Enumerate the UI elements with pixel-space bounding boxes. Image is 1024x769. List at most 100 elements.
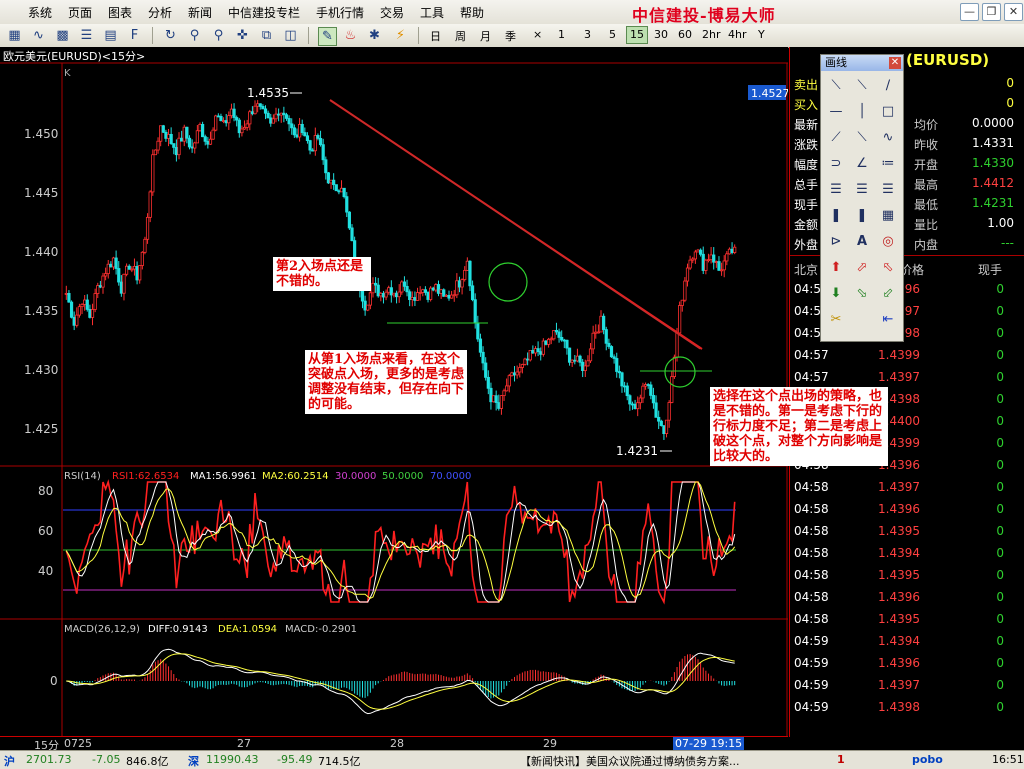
- table-icon[interactable]: ▤: [102, 27, 119, 44]
- down-arrow-icon[interactable]: ⬇: [825, 283, 847, 305]
- period-quarter[interactable]: 季: [505, 28, 516, 44]
- zoom-in-icon[interactable]: ⚲: [186, 27, 203, 44]
- period-month[interactable]: 月: [480, 28, 491, 44]
- line-chart-icon[interactable]: ∿: [30, 27, 47, 44]
- menu-news[interactable]: 新闻: [188, 4, 212, 21]
- candle-body: [633, 403, 637, 410]
- rectangle-icon[interactable]: □: [877, 101, 899, 123]
- arc-icon[interactable]: ⊃: [825, 153, 847, 175]
- menu-chart[interactable]: 图表: [108, 4, 132, 21]
- menu-mobile-quotes[interactable]: 手机行情: [316, 4, 364, 21]
- copy-icon[interactable]: ⧉: [258, 27, 275, 44]
- vertical-line-icon[interactable]: │: [851, 101, 873, 123]
- candle-body: [442, 289, 446, 297]
- target-icon[interactable]: ◎: [877, 231, 899, 253]
- tick-row[interactable]: 04:59 1.4398 0: [790, 697, 1022, 717]
- time-zone-icon[interactable]: ❚: [851, 205, 873, 227]
- segment-line-icon[interactable]: ⟍: [825, 75, 847, 97]
- period-5min[interactable]: 5: [609, 28, 616, 41]
- retracement-icon[interactable]: ☰: [877, 179, 899, 201]
- menu-tools[interactable]: 工具: [420, 4, 444, 21]
- palette-close-icon[interactable]: ✕: [889, 57, 901, 69]
- tick-row[interactable]: 04:58 1.4395 0: [790, 565, 1022, 585]
- chart-window-icon[interactable]: ◫: [282, 27, 299, 44]
- tick-volume: 0: [996, 480, 1004, 494]
- diagonal-line-icon[interactable]: ⟍: [851, 127, 873, 149]
- wave-icon[interactable]: ∿: [877, 127, 899, 149]
- lightning-icon[interactable]: ⚡: [392, 27, 409, 44]
- indicator-icon[interactable]: ✱: [366, 27, 383, 44]
- period-close[interactable]: ×: [533, 28, 542, 41]
- period-15min[interactable]: 15: [626, 26, 648, 44]
- cycle-lines-icon[interactable]: ❚: [825, 205, 847, 227]
- period-year[interactable]: Y: [758, 28, 765, 41]
- quote-label: 最新: [794, 118, 819, 132]
- grid-layout-icon[interactable]: ▦: [6, 27, 23, 44]
- up-right-arrow-icon[interactable]: ⬀: [851, 257, 873, 279]
- candle-body: [324, 159, 328, 174]
- period-2hr[interactable]: 2hr: [702, 28, 721, 41]
- tick-row[interactable]: 04:57 1.4397 0: [790, 367, 1022, 387]
- down-right-arrow-icon[interactable]: ⬂: [851, 283, 873, 305]
- bar-chart-icon[interactable]: ▩: [54, 27, 71, 44]
- tick-price: 1.4396: [878, 590, 920, 604]
- tick-row[interactable]: 04:58 1.4395 0: [790, 521, 1022, 541]
- function-icon[interactable]: F: [126, 27, 143, 44]
- menu-citic-column[interactable]: 中信建投专栏: [228, 4, 300, 21]
- up-left-arrow-icon[interactable]: ⬁: [877, 257, 899, 279]
- alarm-bell-icon[interactable]: ♨: [342, 27, 359, 44]
- tick-row[interactable]: 04:58 1.4397 0: [790, 477, 1022, 497]
- tick-volume: 0: [996, 326, 1004, 340]
- menu-system[interactable]: 系统: [28, 4, 52, 21]
- restore-icon[interactable]: ❐: [982, 3, 1001, 21]
- candle-body: [646, 384, 650, 386]
- period-week[interactable]: 周: [455, 28, 466, 44]
- period-1min[interactable]: 1: [558, 28, 565, 41]
- zoom-out-icon[interactable]: ⚲: [210, 27, 227, 44]
- delete-all-icon[interactable]: ⇤: [877, 309, 899, 331]
- channel-icon[interactable]: ⟋: [825, 127, 847, 149]
- gann-icon[interactable]: ☰: [851, 179, 873, 201]
- refresh-icon[interactable]: ↻: [162, 27, 179, 44]
- period-day[interactable]: 日: [430, 28, 441, 44]
- alert-count[interactable]: 1: [837, 753, 845, 766]
- tick-row[interactable]: 04:59 1.4396 0: [790, 653, 1022, 673]
- fan-icon[interactable]: ≔: [877, 153, 899, 175]
- tick-row[interactable]: 04:58 1.4396 0: [790, 587, 1022, 607]
- news-ticker[interactable]: 【新闻快讯】美国众议院通过博纳债务方案...: [520, 753, 740, 769]
- parallel-line-icon[interactable]: ∕: [877, 75, 899, 97]
- menu-bar: 系统 页面 图表 分析 新闻 中信建投专栏 手机行情 交易 工具 帮助 中信建投…: [0, 0, 1024, 25]
- period-3min[interactable]: 3: [584, 28, 591, 41]
- grid-icon[interactable]: ▦: [877, 205, 899, 227]
- tick-row[interactable]: 04:59 1.4397 0: [790, 675, 1022, 695]
- tick-row[interactable]: 04:57 1.4399 0: [790, 345, 1022, 365]
- tick-row[interactable]: 04:58 1.4395 0: [790, 609, 1022, 629]
- candle-body: [518, 367, 522, 373]
- drawing-palette[interactable]: 画线 ✕ ⟍ ⟍ ∕ — │ □ ⟋ ⟍ ∿ ⊃ ∠ ≔ ☰ ☰ ☰ ❚ ❚ ▦…: [820, 54, 904, 342]
- list-icon[interactable]: ☰: [78, 27, 95, 44]
- eraser-icon[interactable]: ✂: [825, 309, 847, 331]
- horizontal-line-icon[interactable]: —: [825, 101, 847, 123]
- close-icon[interactable]: ✕: [1004, 3, 1023, 21]
- up-arrow-icon[interactable]: ⬆: [825, 257, 847, 279]
- tick-row[interactable]: 04:59 1.4394 0: [790, 631, 1022, 651]
- menu-trade[interactable]: 交易: [380, 4, 404, 21]
- andrews-icon[interactable]: ⊳: [825, 231, 847, 253]
- cursor-icon[interactable]: ✜: [234, 27, 251, 44]
- ray-line-icon[interactable]: ⟍: [851, 75, 873, 97]
- minimize-icon[interactable]: —: [960, 3, 979, 21]
- text-tool-icon[interactable]: A: [851, 231, 873, 253]
- period-4hr[interactable]: 4hr: [728, 28, 747, 41]
- candle-body: [539, 351, 543, 355]
- menu-analysis[interactable]: 分析: [148, 4, 172, 21]
- menu-page[interactable]: 页面: [68, 4, 92, 21]
- tick-row[interactable]: 04:58 1.4394 0: [790, 543, 1022, 563]
- fibonacci-icon[interactable]: ☰: [825, 179, 847, 201]
- menu-help[interactable]: 帮助: [460, 4, 484, 21]
- angle-icon[interactable]: ∠: [851, 153, 873, 175]
- tick-row[interactable]: 04:58 1.4396 0: [790, 499, 1022, 519]
- draw-tools-icon[interactable]: ✎: [318, 27, 337, 46]
- period-60min[interactable]: 60: [678, 28, 692, 41]
- down-left-arrow-icon[interactable]: ⬃: [877, 283, 899, 305]
- period-30min[interactable]: 30: [654, 28, 668, 41]
